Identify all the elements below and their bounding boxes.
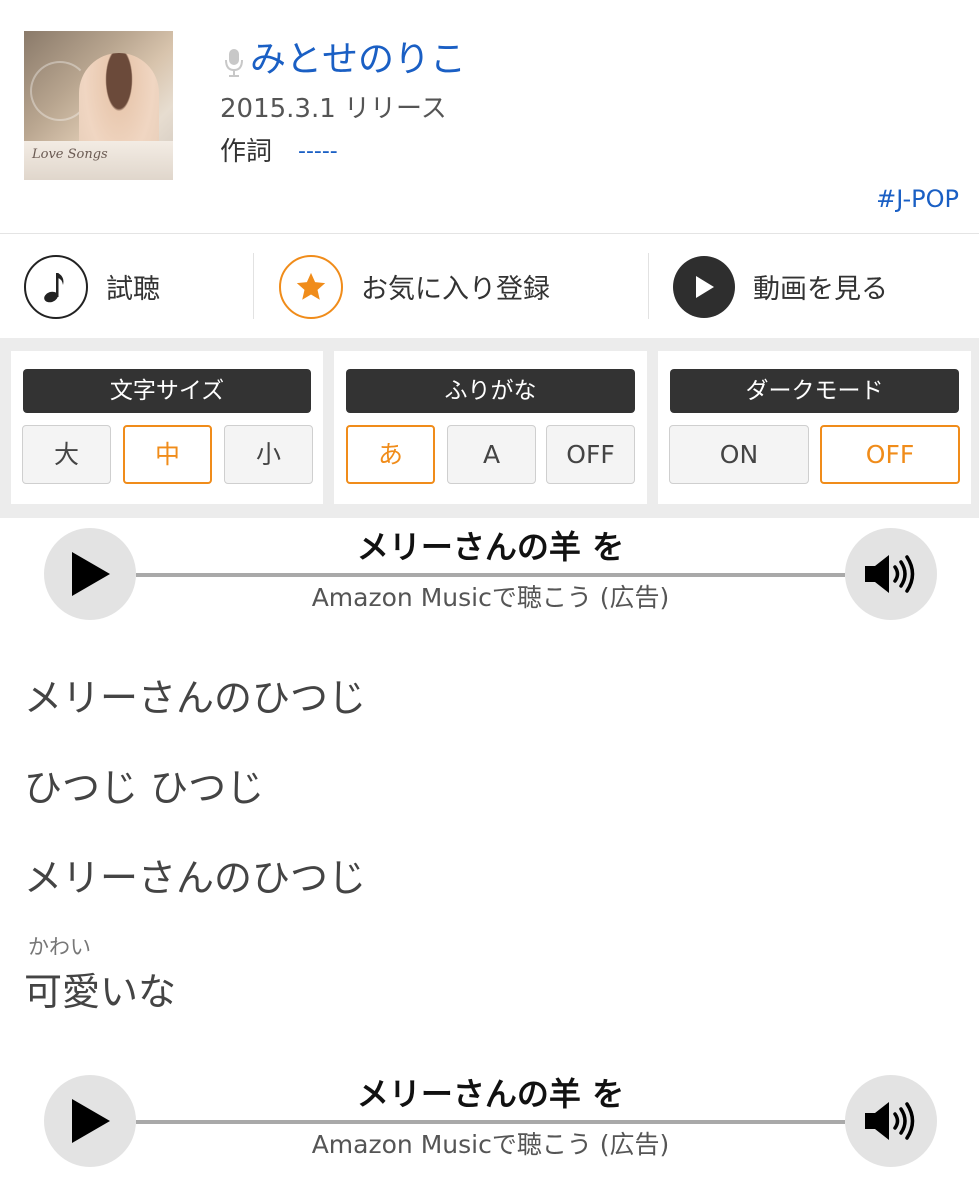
music-note-icon — [24, 254, 88, 319]
player-subtitle[interactable]: Amazon Musicで聴こう (広告) — [136, 582, 845, 614]
audio-player: メリーさんの羊 を Amazon Musicで聴こう (広告) — [0, 1075, 979, 1175]
star-icon — [279, 254, 343, 319]
lyric-line: メリーさんのひつじ — [24, 856, 367, 900]
player-title: メリーさんの羊 を — [356, 1075, 625, 1113]
player-title: メリーさんの羊 を — [356, 528, 625, 566]
font-size-title: 文字サイズ — [23, 369, 311, 413]
lyric-line: ひつじ ひつじ — [24, 766, 265, 810]
watch-video-button[interactable]: 動画を見る — [673, 235, 888, 338]
lyric-line: メリーさんのひつじ — [24, 676, 367, 720]
furigana-romaji-button[interactable]: A — [447, 425, 536, 484]
player-progress-track[interactable] — [136, 1120, 845, 1124]
play-icon — [72, 1099, 110, 1143]
font-size-large-button[interactable]: 大 — [22, 425, 111, 484]
player-volume-button[interactable] — [845, 1075, 937, 1167]
genre-tag-link[interactable]: #J-POP — [876, 182, 959, 216]
furigana-setting: ふりがな あ A OFF — [334, 351, 647, 504]
lyricist-link[interactable]: ----- — [298, 135, 338, 169]
display-settings-panel: 文字サイズ 大 中 小 ふりがな あ A OFF ダークモード ON OFF — [0, 338, 979, 518]
dark-mode-on-button[interactable]: ON — [669, 425, 809, 484]
divider — [648, 253, 649, 319]
lyric-furigana: かわい — [28, 935, 91, 959]
furigana-title: ふりがな — [346, 369, 635, 413]
divider — [253, 253, 254, 319]
listen-label: 試聴 — [106, 274, 160, 305]
furigana-hiragana-button[interactable]: あ — [346, 425, 435, 484]
speaker-icon — [865, 1102, 915, 1140]
album-logo: Love Songs — [32, 147, 108, 162]
player-play-button[interactable] — [44, 1075, 136, 1167]
speaker-icon — [865, 555, 915, 593]
microphone-icon — [225, 49, 243, 77]
player-volume-button[interactable] — [845, 528, 937, 620]
audio-player: メリーさんの羊 を Amazon Musicで聴こう (広告) — [0, 528, 979, 628]
play-icon — [673, 255, 735, 318]
font-size-medium-button[interactable]: 中 — [123, 425, 212, 484]
lyricist-label: 作詞 — [220, 137, 273, 167]
dark-mode-setting: ダークモード ON OFF — [658, 351, 971, 504]
favorite-button[interactable]: お気に入り登録 — [279, 235, 550, 338]
favorite-label: お気に入り登録 — [361, 274, 550, 305]
song-header: Love Songs みとせのりこ 2015.3.1 リリース 作詞 -----… — [0, 0, 979, 234]
player-progress-track[interactable] — [136, 573, 845, 577]
dark-mode-off-button[interactable]: OFF — [820, 425, 960, 484]
font-size-setting: 文字サイズ 大 中 小 — [11, 351, 323, 504]
player-subtitle[interactable]: Amazon Musicで聴こう (広告) — [136, 1129, 845, 1161]
release-date: 2015.3.1 リリース — [220, 94, 447, 124]
lyric-line: 可愛いな — [24, 970, 177, 1014]
watch-video-label: 動画を見る — [753, 274, 888, 305]
dark-mode-title: ダークモード — [670, 369, 959, 413]
play-icon — [72, 552, 110, 596]
listen-button[interactable]: 試聴 — [24, 235, 160, 338]
action-bar: 試聴 お気に入り登録 動画を見る — [0, 235, 979, 338]
font-size-small-button[interactable]: 小 — [224, 425, 313, 484]
artist-link[interactable]: みとせのりこ — [250, 36, 466, 84]
furigana-off-button[interactable]: OFF — [546, 425, 635, 484]
player-play-button[interactable] — [44, 528, 136, 620]
album-art[interactable]: Love Songs — [24, 31, 173, 180]
